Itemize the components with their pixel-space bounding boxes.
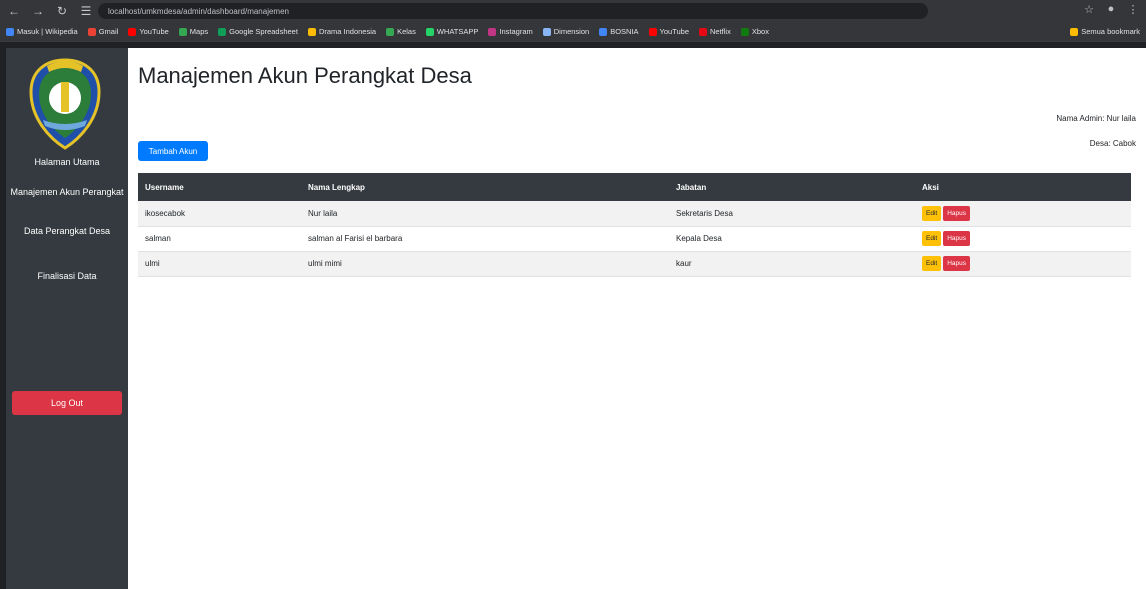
delete-button[interactable]: Hapus <box>943 256 970 271</box>
cell-actions: Edit Hapus <box>915 251 1131 277</box>
bookmark-icon <box>307 27 316 36</box>
cell-position: Kepala Desa <box>669 226 915 252</box>
cell-actions: Edit Hapus <box>915 226 1131 252</box>
table-row: ulmi ulmi mimi kaur Edit Hapus <box>138 251 1131 277</box>
table-row: ikosecabok Nur laila Sekretaris Desa Edi… <box>138 201 1131 227</box>
bookmark-item[interactable]: Instagram <box>488 27 533 36</box>
table-header-row: Username Nama Lengkap Jabatan Aksi <box>138 173 1131 201</box>
bookmark-icon <box>128 27 137 36</box>
admin-info: Nama Admin: Nur laila Desa: Cabok <box>1056 106 1136 156</box>
bookmarks-bar: Masuk | Wikipedia Gmail YouTube Maps Goo… <box>0 22 1146 42</box>
admin-name: Nama Admin: Nur laila <box>1056 114 1136 123</box>
sidebar-item-home[interactable]: Halaman Utama <box>6 156 128 168</box>
bookmark-icon <box>218 27 227 36</box>
forward-icon[interactable]: → <box>28 3 48 19</box>
bookmark-item[interactable]: Drama Indonesia <box>307 27 376 36</box>
bookmark-icon <box>699 27 708 36</box>
table-row: salman salman al Farisi el barbara Kepal… <box>138 226 1131 252</box>
sidebar-item-village-staff-data[interactable]: Data Perangkat Desa <box>6 225 128 237</box>
add-account-button[interactable]: Tambah Akun <box>138 141 208 161</box>
cell-username: salman <box>138 226 301 252</box>
bookmark-icon <box>178 27 187 36</box>
bookmark-item[interactable]: Gmail <box>87 27 118 36</box>
star-icon[interactable]: ☆ <box>1082 3 1096 16</box>
sidebar: Halaman Utama Manajemen Akun Perangkat D… <box>6 48 128 589</box>
logout-button[interactable]: Log Out <box>12 391 122 415</box>
delete-button[interactable]: Hapus <box>943 205 970 221</box>
sidebar-item-finalize-data[interactable]: Finalisasi Data <box>6 270 128 282</box>
bookmark-item[interactable]: Dimension <box>542 27 589 36</box>
extensions-icon[interactable]: ☰ <box>76 3 96 19</box>
bookmark-icon <box>87 27 96 36</box>
column-header-position: Jabatan <box>676 182 707 192</box>
bookmark-item[interactable]: Kelas <box>386 27 416 36</box>
bookmark-item[interactable]: Google Spreadsheet <box>218 27 298 36</box>
address-bar[interactable]: localhost/umkmdesa/admin/dashboard/manaj… <box>98 3 928 19</box>
bookmark-icon <box>488 27 497 36</box>
url-text: localhost/umkmdesa/admin/dashboard/manaj… <box>108 6 289 16</box>
browser-actions: ☆ ● ⋮ <box>1082 3 1140 16</box>
bookmark-icon <box>425 27 434 36</box>
accounts-table: Username Nama Lengkap Jabatan Aksi ikose… <box>138 173 1131 277</box>
bookmark-item[interactable]: Netflix <box>699 27 731 36</box>
logo-icon <box>29 58 101 150</box>
column-header-username: Username <box>145 182 184 192</box>
cell-fullname: salman al Farisi el barbara <box>301 226 669 252</box>
bookmark-item[interactable]: YouTube <box>648 27 689 36</box>
edit-button[interactable]: Edit <box>922 205 942 221</box>
profile-icon[interactable]: ● <box>1104 3 1118 16</box>
bookmark-item[interactable]: Xbox <box>740 27 769 36</box>
bookmark-item[interactable]: Maps <box>178 27 208 36</box>
back-icon[interactable]: ← <box>4 3 24 19</box>
bookmark-item[interactable]: BOSNIA <box>599 27 639 36</box>
column-header-fullname: Nama Lengkap <box>308 182 365 192</box>
all-bookmarks[interactable]: Semua bookmark <box>1070 27 1140 36</box>
bookmark-item[interactable]: WHATSAPP <box>425 27 478 36</box>
bookmark-item[interactable]: YouTube <box>128 27 169 36</box>
cell-username: ulmi <box>138 251 301 277</box>
bookmark-icon <box>599 27 608 36</box>
sidebar-item-account-management[interactable]: Manajemen Akun Perangkat <box>6 186 128 198</box>
village-name: Desa: Cabok <box>1089 139 1136 148</box>
menu-icon[interactable]: ⋮ <box>1126 3 1140 16</box>
bookmark-icon <box>542 27 551 36</box>
reload-icon[interactable]: ↻ <box>52 3 72 19</box>
bookmark-icon <box>386 27 395 36</box>
cell-username: ikosecabok <box>138 201 301 227</box>
browser-toolbar: ← → ↻ ☰ localhost/umkmdesa/admin/dashboa… <box>0 0 1146 22</box>
bookmark-icon <box>6 27 14 36</box>
column-header-actions: Aksi <box>922 182 939 192</box>
bookmark-icon <box>740 27 749 36</box>
cell-fullname: Nur laila <box>301 201 669 227</box>
main-content: Manajemen Akun Perangkat Desa Nama Admin… <box>128 48 1146 589</box>
bookmark-icon <box>648 27 657 36</box>
cell-actions: Edit Hapus <box>915 201 1131 227</box>
cell-position: kaur <box>669 251 915 277</box>
page-title: Manajemen Akun Perangkat Desa <box>138 63 472 88</box>
edit-button[interactable]: Edit <box>922 256 942 271</box>
delete-button[interactable]: Hapus <box>943 231 970 246</box>
cell-fullname: ulmi mimi <box>301 251 669 277</box>
cell-position: Sekretaris Desa <box>669 201 915 227</box>
folder-icon <box>1070 27 1079 36</box>
bookmark-item[interactable]: Masuk | Wikipedia <box>6 27 78 36</box>
edit-button[interactable]: Edit <box>922 231 942 246</box>
